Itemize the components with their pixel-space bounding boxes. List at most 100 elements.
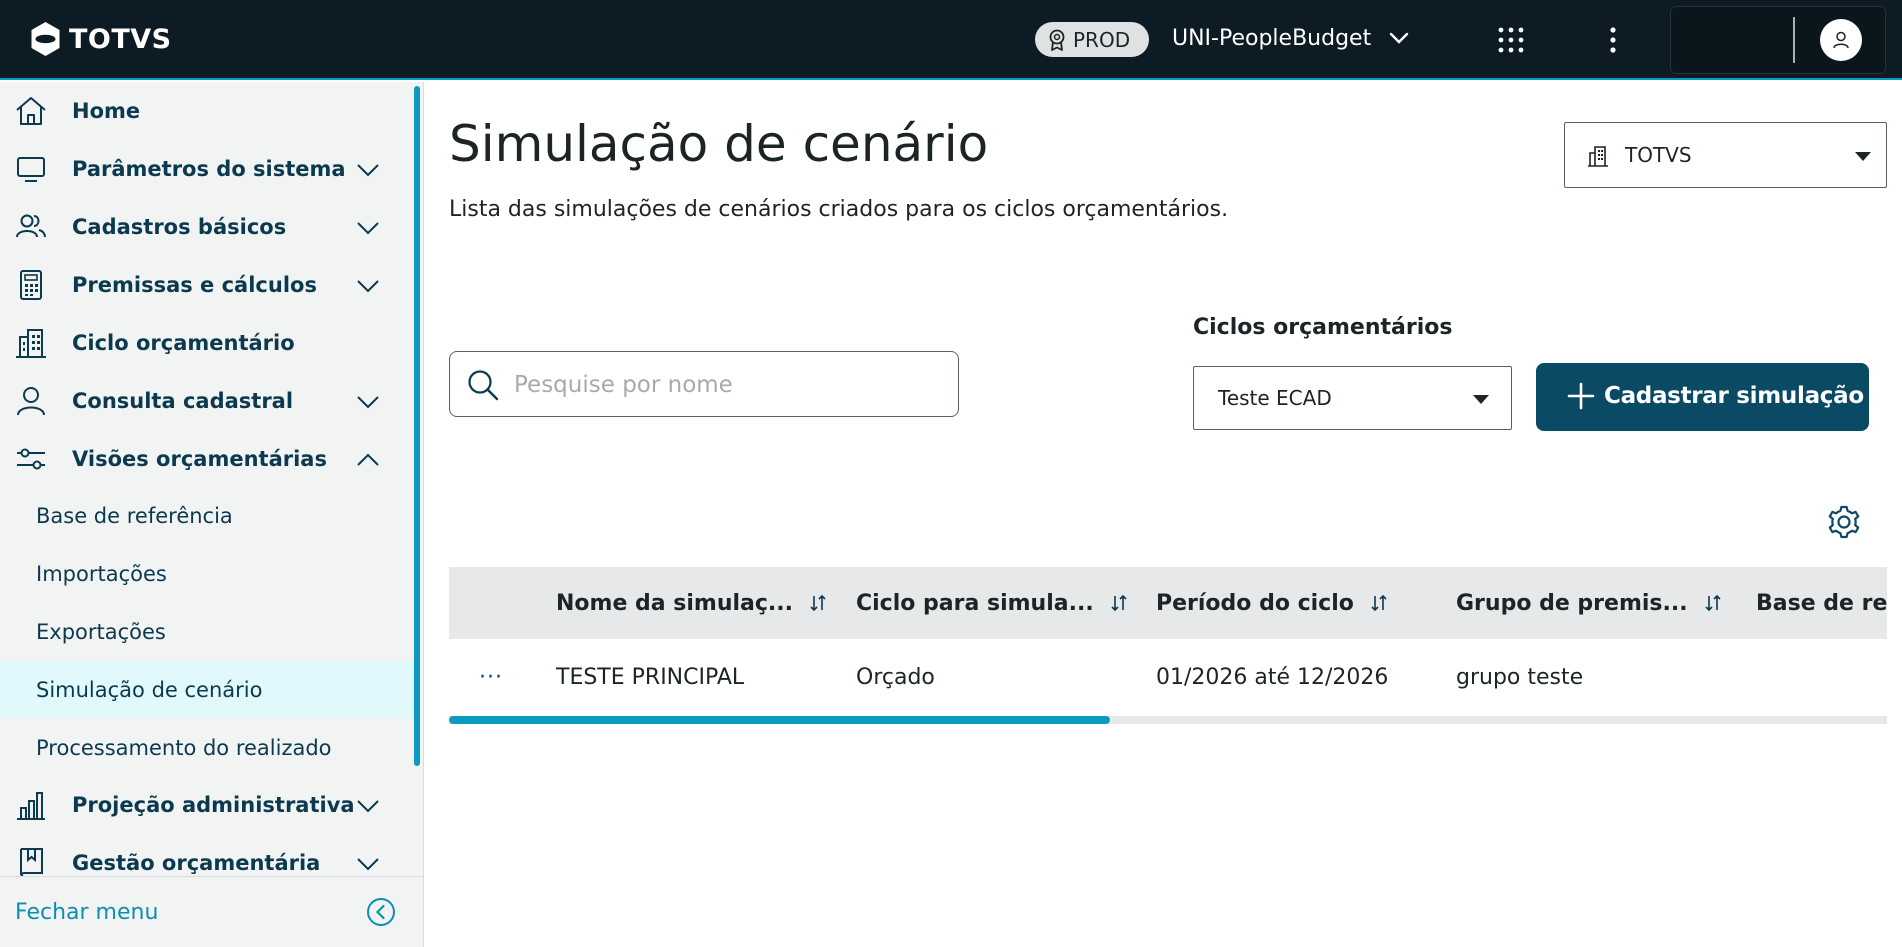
user-area [1670, 6, 1886, 74]
table-header: Nome da simulaç... Ciclo para simula... … [449, 567, 1887, 639]
app-name: UNI-PeopleBudget [1172, 25, 1372, 51]
main-content: Simulação de cenário Lista das simulaçõe… [424, 82, 1902, 947]
sidebar-item-label: Ciclo orçamentário [72, 331, 295, 355]
column-header-nome[interactable]: Nome da simulaç... [556, 567, 827, 639]
cycles-select[interactable]: Teste ECAD [1193, 366, 1512, 430]
sort-icon [1705, 594, 1721, 612]
company-select[interactable]: TOTVS [1564, 122, 1887, 188]
chevron-down-icon [357, 396, 379, 409]
sidebar-item-premissas[interactable]: Premissas e cálculos [0, 256, 414, 314]
company-select-value: TOTVS [1625, 143, 1692, 167]
close-menu-button[interactable]: Fechar menu [0, 876, 424, 947]
sidebar-item-cadastros[interactable]: Cadastros básicos [0, 198, 414, 256]
cycles-select-value: Teste ECAD [1218, 386, 1332, 410]
user-area-divider [1793, 17, 1795, 63]
sidebar-subitem-processamento[interactable]: Processamento do realizado [0, 720, 414, 776]
book-icon [14, 846, 48, 876]
totvs-logo-icon [31, 22, 60, 56]
totvs-logo[interactable]: TOTVS [30, 20, 172, 58]
table-row[interactable]: ··· TESTE PRINCIPAL Orçado 01/2026 até 1… [449, 639, 1887, 709]
calculator-icon [14, 268, 48, 302]
chevron-down-icon [1390, 32, 1409, 44]
sort-icon [810, 594, 826, 612]
environment-label: PROD [1073, 27, 1131, 52]
table-cell: grupo teste [1456, 664, 1584, 690]
user-avatar[interactable] [1820, 19, 1862, 61]
sidebar-subitem-label: Simulação de cenário [36, 678, 263, 702]
more-horizontal-icon: ··· [479, 664, 503, 690]
sort-icon [1371, 594, 1387, 612]
award-icon [1049, 29, 1065, 51]
page-subtitle: Lista das simulações de cenários criados… [449, 197, 1229, 222]
sidebar-menu: Home Parâmetros do sistema Cadastros bás… [0, 82, 414, 876]
bar-chart-icon [14, 788, 48, 822]
chevron-down-icon [357, 222, 379, 235]
scrollbar-thumb[interactable] [449, 716, 1111, 724]
brand-name: TOTVS [69, 23, 172, 55]
table-cell: TESTE PRINCIPAL [556, 664, 745, 690]
app-selector[interactable]: UNI-PeopleBudget [1172, 18, 1409, 58]
environment-badge: PROD [1035, 22, 1149, 57]
user-icon [1833, 31, 1849, 49]
chevron-down-icon [357, 800, 379, 813]
cycles-label: Ciclos orçamentários [1193, 315, 1453, 340]
building-icon [14, 326, 48, 360]
sidebar-item-visoes[interactable]: Visões orçamentárias [0, 430, 414, 488]
add-simulation-button[interactable]: Cadastrar simulação [1536, 363, 1869, 431]
sidebar-item-label: Projeção administrativa [72, 793, 355, 817]
table-cell: 01/2026 até 12/2026 [1156, 664, 1389, 690]
sidebar-item-label: Parâmetros do sistema [72, 157, 346, 181]
sidebar-subitem-exportacoes[interactable]: Exportações [0, 604, 414, 660]
sidebar-item-home[interactable]: Home [0, 82, 414, 140]
page-title: Simulação de cenário [449, 115, 989, 173]
sidebar-scrollbar[interactable] [414, 86, 420, 766]
column-header-base[interactable]: Base de referência [1756, 567, 1887, 639]
sidebar-item-consulta[interactable]: Consulta cadastral [0, 372, 414, 430]
apps-grid-icon [1498, 27, 1524, 53]
top-bar: TOTVS PROD UNI-PeopleBudget [0, 0, 1902, 80]
search-input[interactable] [514, 366, 944, 404]
caret-down-icon [1855, 152, 1871, 161]
sidebar-subitem-label: Processamento do realizado [36, 736, 332, 760]
user-icon [14, 384, 48, 418]
sidebar-subitem-base-referencia[interactable]: Base de referência [0, 488, 414, 544]
apps-grid-button[interactable] [1493, 22, 1529, 58]
row-actions-button[interactable]: ··· [473, 659, 509, 695]
close-menu-label: Fechar menu [15, 899, 159, 925]
building-icon [1588, 146, 1608, 167]
sidebar-subitem-label: Exportações [36, 620, 166, 644]
plus-icon [1567, 382, 1595, 410]
sidebar-item-label: Gestão orçamentária [72, 851, 321, 875]
sidebar-item-gestao[interactable]: Gestão orçamentária [0, 834, 414, 876]
sidebar-item-label: Cadastros básicos [72, 215, 287, 239]
table-horizontal-scrollbar[interactable] [449, 716, 1887, 724]
sidebar-item-label: Premissas e cálculos [72, 273, 317, 297]
chevron-down-icon [357, 858, 379, 871]
sidebar-item-ciclo[interactable]: Ciclo orçamentário [0, 314, 414, 372]
column-header-label: Grupo de premis... [1456, 590, 1688, 616]
search-icon [468, 370, 499, 401]
search-field[interactable] [449, 351, 959, 417]
sidebar-subitem-label: Importações [36, 562, 167, 586]
column-header-ciclo[interactable]: Ciclo para simula... [856, 567, 1128, 639]
column-header-label: Período do ciclo [1156, 590, 1354, 616]
column-header-grupo[interactable]: Grupo de premis... [1456, 567, 1722, 639]
users-icon [14, 210, 48, 244]
sidebar-subitem-label: Base de referência [36, 504, 233, 528]
simulations-table: Nome da simulaç... Ciclo para simula... … [449, 567, 1887, 709]
monitor-icon [14, 152, 48, 186]
sidebar-subitem-importacoes[interactable]: Importações [0, 546, 414, 602]
sidebar-subitem-simulacao[interactable]: Simulação de cenário [0, 662, 414, 718]
column-header-periodo[interactable]: Período do ciclo [1156, 567, 1388, 639]
settings-gear-icon[interactable] [1824, 502, 1864, 542]
more-options-button[interactable] [1595, 22, 1631, 58]
sidebar-item-projecao[interactable]: Projeção administrativa [0, 776, 414, 834]
sidebar-item-label: Consulta cadastral [72, 389, 294, 413]
sort-icon [1111, 594, 1127, 612]
column-header-label: Nome da simulaç... [556, 590, 794, 616]
chevron-up-icon [357, 453, 379, 466]
add-simulation-label: Cadastrar simulação [1604, 383, 1864, 409]
sidebar-item-label: Home [72, 99, 141, 123]
sidebar-item-parametros[interactable]: Parâmetros do sistema [0, 140, 414, 198]
sidebar-item-label: Visões orçamentárias [72, 447, 327, 471]
